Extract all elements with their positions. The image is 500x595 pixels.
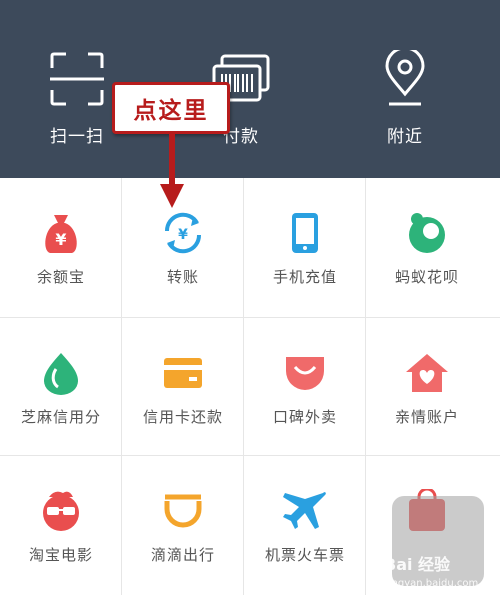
watermark-text: Bai 经验 <box>384 555 451 574</box>
svg-text:¥: ¥ <box>55 230 66 249</box>
watermark-subtext: jingyan.baidu.com <box>385 578 478 589</box>
grid-divider <box>0 455 500 456</box>
grid-item-koubei[interactable]: 口碑外卖 <box>244 318 366 456</box>
grid-item-label: 亲情账户 <box>394 408 459 426</box>
koubei-icon <box>282 350 328 396</box>
annotation-text: 点这里 <box>133 98 209 124</box>
svg-text:¥: ¥ <box>178 227 188 243</box>
grid-item-label: 信用卡还款 <box>142 408 223 426</box>
grid-divider <box>243 178 244 595</box>
grid-divider <box>121 178 122 595</box>
grid-item-label: 芝麻信用分 <box>20 408 101 426</box>
grid-item-didi[interactable]: 滴滴出行 <box>122 456 244 594</box>
grid-item-label: 余额宝 <box>36 268 85 286</box>
grid-item-yuebao[interactable]: ¥ 余额宝 <box>0 178 122 316</box>
grid-item-taobao-movie[interactable]: 淘宝电影 <box>0 456 122 594</box>
grid-item-label: 口碑外卖 <box>272 408 337 426</box>
grid-divider <box>0 317 500 318</box>
grid-item-label: 滴滴出行 <box>150 546 215 564</box>
phone-icon <box>282 210 328 256</box>
grid-item-label: 淘宝电影 <box>28 546 93 564</box>
huabei-icon <box>404 210 450 256</box>
grid-item-label: 转账 <box>166 268 199 286</box>
scan-label: 扫一扫 <box>50 127 104 147</box>
money-bag-icon: ¥ <box>38 210 84 256</box>
grid-item-label: 蚂蚁花呗 <box>394 268 459 286</box>
annotation-arrow <box>160 134 184 208</box>
grid-item-label: 手机充值 <box>272 268 337 286</box>
grid-item-flight-train[interactable]: 机票火车票 <box>244 456 366 594</box>
grid-item-sesame-credit[interactable]: 芝麻信用分 <box>0 318 122 456</box>
taobao-movie-icon <box>38 488 84 534</box>
grid-item-huabei[interactable]: 蚂蚁花呗 <box>366 178 488 316</box>
airplane-icon <box>282 488 328 534</box>
annotation-callout: 点这里 <box>112 82 230 134</box>
nearby-label: 附近 <box>387 127 423 147</box>
grid-divider <box>365 178 366 595</box>
transfer-icon: ¥ <box>160 210 206 256</box>
grid-item-label: 机票火车票 <box>264 546 345 564</box>
sesame-credit-icon <box>38 350 84 396</box>
grid-item-family-account[interactable]: 亲情账户 <box>366 318 488 456</box>
location-pin-icon <box>374 48 436 110</box>
watermark-logo: Bai 经验 jingyan.baidu.com <box>384 555 478 589</box>
grid-item-credit-card-repay[interactable]: 信用卡还款 <box>122 318 244 456</box>
top-shortcut-bar: 扫一扫 付款 附近 <box>0 0 500 178</box>
nearby-button[interactable]: 附近 <box>350 48 460 148</box>
scan-icon <box>46 48 108 110</box>
family-house-icon <box>404 350 450 396</box>
credit-card-icon <box>160 350 206 396</box>
didi-icon <box>160 488 206 534</box>
grid-item-phone-recharge[interactable]: 手机充值 <box>244 178 366 316</box>
